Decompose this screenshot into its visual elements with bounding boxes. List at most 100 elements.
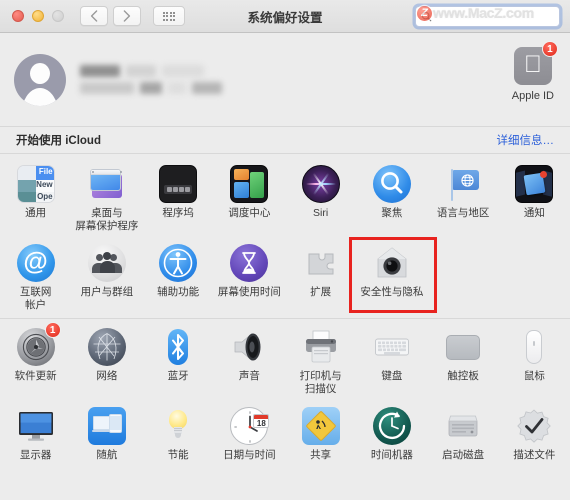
pref-item-software-update[interactable]: 1 软件更新 xyxy=(0,319,71,398)
pref-item-notifications[interactable]: 通知 xyxy=(499,156,570,235)
pref-item-label: 屏幕使用时间 xyxy=(217,286,281,298)
account-name-line-2 xyxy=(80,82,222,94)
bluetooth-icon xyxy=(159,328,197,366)
pref-item-siri[interactable]: Siri xyxy=(285,156,356,235)
preferences-grid: File New Ope 通用 桌面与 屏幕保护程序 程序坞 调度中心 Siri… xyxy=(0,154,570,500)
time-machine-icon xyxy=(372,407,411,445)
notifications-icon xyxy=(515,165,554,203)
navigation-button-group xyxy=(80,6,141,26)
pref-item-internet-accounts[interactable]: @ 互联网 帐户 xyxy=(0,235,71,314)
dock-icon xyxy=(159,165,198,203)
search-input[interactable] xyxy=(435,10,545,23)
pref-item-label: 鼠标 xyxy=(523,370,545,382)
account-name-redacted xyxy=(80,65,222,94)
pref-item-label: 通用 xyxy=(25,207,47,219)
search-icon xyxy=(421,11,432,22)
icloud-banner: 开始使用 iCloud 详细信息… xyxy=(0,127,570,154)
pref-item-energy-saver[interactable]: 节能 xyxy=(143,398,214,465)
minimize-icon xyxy=(33,11,43,21)
forward-button[interactable] xyxy=(113,6,141,26)
apple-id-badge: 1 xyxy=(541,41,558,57)
pref-item-label: 互联网 帐户 xyxy=(19,286,52,311)
screen-time-icon xyxy=(230,244,269,282)
pref-item-spotlight[interactable]: 聚焦 xyxy=(356,156,427,235)
desktop-screensaver-icon xyxy=(88,165,126,203)
pref-item-trackpad[interactable]: 触控板 xyxy=(428,319,499,398)
energy-saver-icon xyxy=(159,407,197,445)
close-icon xyxy=(13,11,23,21)
apple-id-label: Apple ID xyxy=(511,90,554,102)
icloud-banner-title: 开始使用 iCloud xyxy=(16,135,101,147)
account-header[interactable]:  1 Apple ID xyxy=(0,33,570,127)
close-window-button[interactable] xyxy=(12,10,24,22)
search-area: Z www.MacZ.com xyxy=(415,5,560,27)
back-button[interactable] xyxy=(80,6,108,26)
pref-item-label: 随航 xyxy=(96,449,118,461)
sound-icon xyxy=(230,328,268,366)
apple-id-button[interactable]:  1 Apple ID xyxy=(511,41,558,102)
pref-item-label: 语言与地区 xyxy=(436,207,490,219)
pref-item-label: 调度中心 xyxy=(228,207,271,219)
chevron-left-icon xyxy=(90,10,98,22)
pref-item-label: 节能 xyxy=(167,449,189,461)
pref-item-desktop-screensaver[interactable]: 桌面与 屏幕保护程序 xyxy=(71,156,142,235)
avatar[interactable] xyxy=(14,53,66,106)
mouse-icon xyxy=(515,328,553,366)
pref-item-bluetooth[interactable]: 蓝牙 xyxy=(143,319,214,398)
pref-item-label: 聚焦 xyxy=(381,207,403,219)
minimize-window-button[interactable] xyxy=(32,10,44,22)
pref-item-sound[interactable]: 声音 xyxy=(214,319,285,398)
pref-item-label: 用户与群组 xyxy=(80,286,134,298)
pref-item-users-groups[interactable]: 用户与群组 xyxy=(71,235,142,314)
apple-id-tile[interactable]:  1 xyxy=(513,41,558,85)
date-time-icon: 18 xyxy=(230,407,270,445)
pref-item-keyboard[interactable]: 键盘 xyxy=(356,319,427,398)
prefs-row: @ 互联网 帐户 用户与群组 辅助功能 屏幕使用时间 扩展 安全性与隐私 xyxy=(0,235,570,314)
general-icon: File New Ope xyxy=(16,165,55,203)
pref-item-language-region[interactable]: 语言与地区 xyxy=(428,156,499,235)
pref-item-label: 通知 xyxy=(523,207,545,219)
pref-item-mission-control[interactable]: 调度中心 xyxy=(214,156,285,235)
search-field[interactable] xyxy=(415,6,560,27)
pref-item-profiles[interactable]: 描述文件 xyxy=(499,398,570,465)
pref-item-sharing[interactable]: 共享 xyxy=(285,398,356,465)
pref-item-time-machine[interactable]: 时间机器 xyxy=(356,398,427,465)
pref-item-mouse[interactable]: 鼠标 xyxy=(499,319,570,398)
spotlight-icon xyxy=(372,165,411,203)
pref-item-extensions[interactable]: 扩展 xyxy=(285,235,356,314)
zoom-window-button xyxy=(52,10,64,22)
pref-item-dock[interactable]: 程序坞 xyxy=(143,156,214,235)
pref-item-label: Siri xyxy=(313,207,329,219)
profiles-icon xyxy=(515,407,553,445)
zoom-icon xyxy=(53,11,63,21)
software-update-icon: 1 xyxy=(16,322,61,366)
pref-item-label: 触控板 xyxy=(447,370,479,382)
pref-item-printers-scanners[interactable]: 打印机与 扫描仪 xyxy=(285,319,356,398)
users-groups-icon xyxy=(87,244,126,282)
date-day-number: 18 xyxy=(256,419,266,428)
pref-item-label: 扩展 xyxy=(310,286,332,298)
icloud-details-link[interactable]: 详细信息… xyxy=(497,132,555,148)
pref-item-label: 程序坞 xyxy=(162,207,194,219)
language-region-icon xyxy=(444,165,482,203)
pref-item-label: 共享 xyxy=(310,449,332,461)
pref-item-sidecar[interactable]: 随航 xyxy=(71,398,142,465)
show-all-button[interactable] xyxy=(153,6,185,26)
pref-item-general[interactable]: File New Ope 通用 xyxy=(0,156,71,235)
pref-item-label: 软件更新 xyxy=(14,370,57,382)
startup-disk-icon xyxy=(444,407,482,445)
pref-item-startup-disk[interactable]: 启动磁盘 xyxy=(428,398,499,465)
pref-item-label: 显示器 xyxy=(19,449,52,461)
traffic-light-group xyxy=(12,10,64,22)
pref-item-network[interactable]: 网络 xyxy=(71,319,142,398)
sidecar-icon xyxy=(87,407,126,445)
pref-item-date-time[interactable]: 18 日期与时间 xyxy=(214,398,285,465)
siri-icon xyxy=(301,165,340,203)
grid-icon xyxy=(162,11,176,21)
pref-item-displays[interactable]: 显示器 xyxy=(0,398,71,465)
accessibility-icon xyxy=(159,244,198,282)
pref-item-accessibility[interactable]: 辅助功能 xyxy=(143,235,214,314)
pref-item-security-privacy[interactable]: 安全性与隐私 xyxy=(356,235,427,314)
pref-item-label: 日期与时间 xyxy=(223,449,276,461)
pref-item-screen-time[interactable]: 屏幕使用时间 xyxy=(214,235,285,314)
